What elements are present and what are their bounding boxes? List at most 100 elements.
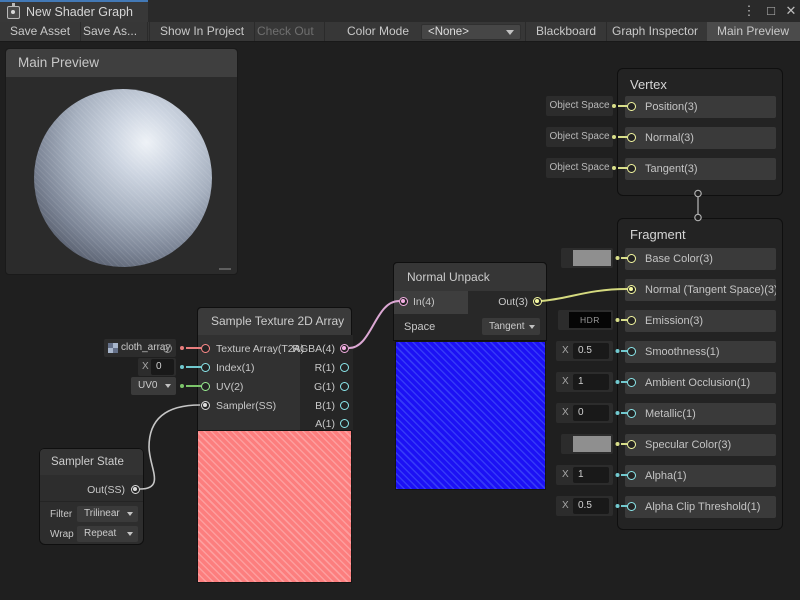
- normal-default-widget[interactable]: Object Space: [546, 127, 613, 147]
- index-field[interactable]: X 0: [138, 358, 176, 376]
- sample-node-title: Sample Texture 2D Array: [198, 308, 351, 335]
- texture-array-field[interactable]: cloth_array: [104, 339, 176, 357]
- port-index-in[interactable]: [201, 363, 210, 372]
- emission-hdr-field[interactable]: HDR: [558, 310, 613, 330]
- main-preview-header[interactable]: Main Preview: [6, 49, 237, 77]
- alpha-clip-threshold-field[interactable]: X0.5: [556, 496, 613, 516]
- port-smoothness[interactable]: [627, 347, 636, 356]
- save-asset-button[interactable]: Save Asset: [0, 22, 81, 41]
- block-alpha[interactable]: Alpha(1): [625, 465, 776, 487]
- in-port-label: In(4): [413, 296, 435, 308]
- port-a-out[interactable]: [340, 419, 349, 428]
- chevron-down-icon: [127, 532, 133, 536]
- port-tangent[interactable]: [627, 164, 636, 173]
- filter-dropdown[interactable]: Trilinear: [77, 506, 138, 522]
- main-preview-button[interactable]: Main Preview: [707, 22, 800, 41]
- input-sampler-label: Sampler(SS): [216, 400, 276, 412]
- position-default-widget[interactable]: Object Space: [546, 96, 613, 116]
- block-tangent[interactable]: Tangent(3): [625, 158, 776, 180]
- color-mode-value: <None>: [428, 26, 469, 38]
- chevron-down-icon: [506, 30, 514, 35]
- port-normal-tangent-space[interactable]: [627, 285, 636, 294]
- color-mode-label: Color Mode: [347, 22, 409, 41]
- filter-label: Filter: [50, 509, 72, 520]
- fragment-node[interactable]: Fragment Base Color(3) Normal (Tangent S…: [617, 218, 783, 530]
- shader-graph-window: New Shader Graph ⋮ □ ✕ Save Asset Save A…: [0, 0, 800, 600]
- port-alpha-clip-threshold[interactable]: [627, 502, 636, 511]
- sampler-state-node[interactable]: Sampler State Out(SS) Filter Trilinear W…: [39, 448, 144, 545]
- object-picker-icon[interactable]: [163, 344, 172, 353]
- port-position[interactable]: [627, 102, 636, 111]
- ambient-occlusion-field[interactable]: X1: [556, 372, 613, 392]
- smoothness-field[interactable]: X0.5: [556, 341, 613, 361]
- uv-channel-dropdown[interactable]: UV0: [131, 377, 176, 395]
- block-emission[interactable]: Emission(3): [625, 310, 776, 332]
- block-normal[interactable]: Normal(3): [625, 127, 776, 149]
- tab-new-shader-graph[interactable]: New Shader Graph: [0, 0, 148, 22]
- blackboard-button[interactable]: Blackboard: [525, 22, 607, 41]
- save-as-button[interactable]: Save As...: [73, 22, 148, 41]
- port-base-color[interactable]: [627, 254, 636, 263]
- input-index-label: Index(1): [216, 362, 255, 374]
- maximize-icon[interactable]: □: [762, 0, 780, 22]
- tangent-default-widget[interactable]: Object Space: [546, 158, 613, 178]
- port-g-out[interactable]: [340, 382, 349, 391]
- block-specular-color[interactable]: Specular Color(3): [625, 434, 776, 456]
- port-uv-in[interactable]: [201, 382, 210, 391]
- title-bar: New Shader Graph ⋮ □ ✕: [0, 0, 800, 22]
- input-texture-array-label: Texture Array(T2A): [216, 343, 304, 355]
- fragment-node-title: Fragment: [618, 219, 782, 242]
- graph-inspector-button[interactable]: Graph Inspector: [602, 22, 709, 41]
- block-base-color[interactable]: Base Color(3): [625, 248, 776, 270]
- main-preview-panel[interactable]: Main Preview: [5, 48, 238, 275]
- texture-thumbnail-icon: [108, 343, 118, 353]
- metallic-field[interactable]: X0: [556, 403, 613, 423]
- normal-unpack-node[interactable]: Normal Unpack In(4) Out(3) Space Tangent: [393, 262, 547, 341]
- resize-handle[interactable]: [219, 268, 231, 270]
- port-sampler-state-out[interactable]: [131, 485, 140, 494]
- show-in-project-button[interactable]: Show In Project: [149, 22, 255, 41]
- tab-title: New Shader Graph: [26, 5, 133, 19]
- wrap-dropdown[interactable]: Repeat: [77, 526, 138, 542]
- wrap-label: Wrap: [50, 529, 74, 540]
- color-mode-dropdown[interactable]: <None>: [421, 24, 521, 40]
- block-alpha-clip-threshold[interactable]: Alpha Clip Threshold(1): [625, 496, 776, 518]
- specular-color-swatch[interactable]: [561, 434, 613, 454]
- port-sampler-in[interactable]: [201, 401, 210, 410]
- sampler-state-title: Sampler State: [40, 449, 143, 475]
- output-g-label: G(1): [314, 381, 335, 393]
- chevron-down-icon: [165, 384, 171, 388]
- vertex-node[interactable]: Vertex Position(3) Normal(3) Tangent(3): [617, 68, 783, 196]
- block-smoothness[interactable]: Smoothness(1): [625, 341, 776, 363]
- close-icon[interactable]: ✕: [782, 0, 800, 22]
- port-b-out[interactable]: [340, 401, 349, 410]
- port-ambient-occlusion[interactable]: [627, 378, 636, 387]
- port-alpha[interactable]: [627, 471, 636, 480]
- port-texture-array-in[interactable]: [201, 344, 210, 353]
- block-ambient-occlusion[interactable]: Ambient Occlusion(1): [625, 372, 776, 394]
- block-position[interactable]: Position(3): [625, 96, 776, 118]
- port-unpack-in[interactable]: [399, 297, 408, 306]
- block-metallic[interactable]: Metallic(1): [625, 403, 776, 425]
- port-normal-vertex[interactable]: [627, 133, 636, 142]
- chevron-down-icon: [529, 325, 535, 329]
- output-b-label: B(1): [315, 400, 335, 412]
- base-color-swatch[interactable]: [561, 248, 613, 268]
- port-emission[interactable]: [627, 316, 636, 325]
- block-normal-tangent-space[interactable]: Normal (Tangent Space)(3): [625, 279, 776, 301]
- port-rgba-out[interactable]: [340, 344, 349, 353]
- port-unpack-out[interactable]: [533, 297, 542, 306]
- sample-texture-2d-array-node[interactable]: Sample Texture 2D Array Texture Array(T2…: [197, 307, 352, 430]
- port-r-out[interactable]: [340, 363, 349, 372]
- kebab-menu-icon[interactable]: ⋮: [740, 0, 758, 22]
- sample-node-preview: [197, 430, 352, 583]
- port-specular-color[interactable]: [627, 440, 636, 449]
- main-preview-title: Main Preview: [18, 49, 237, 77]
- alpha-field[interactable]: X1: [556, 465, 613, 485]
- check-out-button[interactable]: Check Out: [247, 22, 325, 41]
- output-r-label: R(1): [315, 362, 335, 374]
- input-uv-label: UV(2): [216, 381, 243, 393]
- space-label: Space: [404, 321, 435, 333]
- port-metallic[interactable]: [627, 409, 636, 418]
- space-dropdown[interactable]: Tangent: [482, 318, 540, 335]
